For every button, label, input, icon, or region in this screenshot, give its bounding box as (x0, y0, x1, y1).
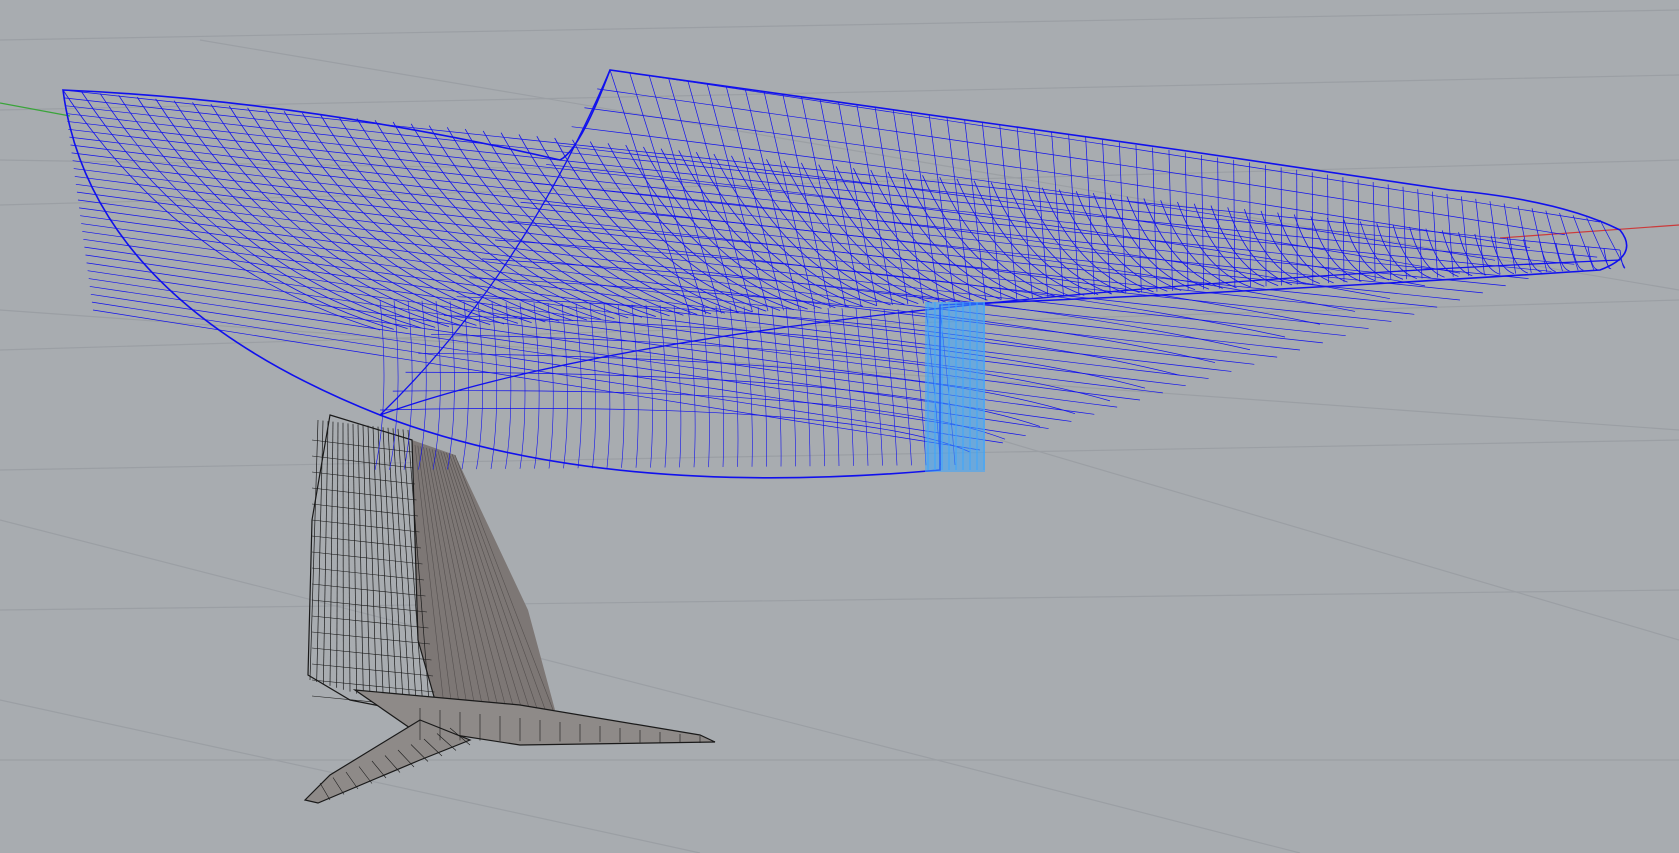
viewport-scene[interactable] (0, 0, 1679, 853)
3d-viewport[interactable] (0, 0, 1679, 853)
viewport-background (0, 0, 1679, 853)
transom-face (925, 302, 985, 472)
transom-highlight (925, 302, 985, 472)
